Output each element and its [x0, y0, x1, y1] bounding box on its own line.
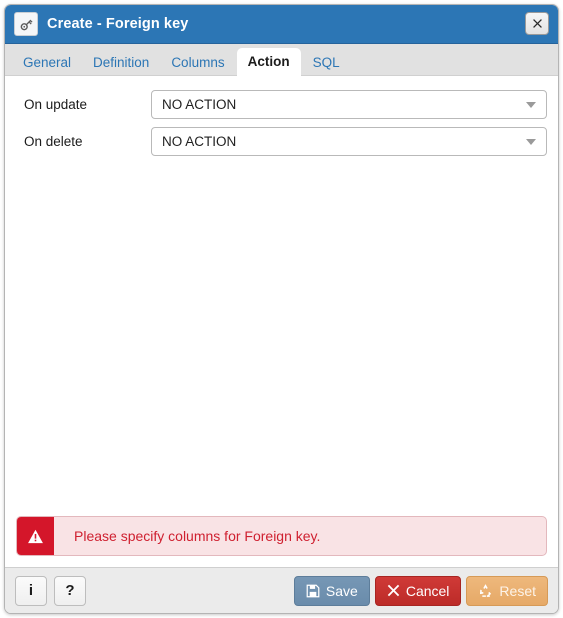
dialog-footer: i ? Save Cancel Reset: [5, 567, 558, 613]
save-button[interactable]: Save: [293, 575, 370, 606]
footer-right-group: Save Cancel Reset: [293, 575, 548, 606]
tab-action[interactable]: Action: [236, 47, 301, 76]
reset-button-label: Reset: [499, 582, 536, 599]
dialog-titlebar: Create - Foreign key: [5, 5, 558, 44]
on-update-label: On update: [24, 97, 88, 112]
recycle-icon: [478, 583, 493, 598]
cancel-button-label: Cancel: [405, 582, 450, 599]
error-alert-message: Please specify columns for Foreign key.: [74, 528, 321, 544]
warning-triangle-icon: [17, 517, 54, 555]
action-form: On update NO ACTION On delete NO ACTION: [16, 90, 547, 164]
chevron-down-icon: [526, 101, 536, 108]
on-delete-value: NO ACTION: [162, 134, 237, 149]
form-row-on-delete: On delete NO ACTION: [16, 127, 547, 156]
floppy-disk-icon: [306, 584, 320, 598]
cancel-button[interactable]: Cancel: [374, 575, 462, 606]
tab-sql[interactable]: SQL: [303, 50, 350, 77]
save-button-label: Save: [325, 582, 358, 599]
dialog-title: Create - Foreign key: [47, 16, 189, 32]
on-update-value: NO ACTION: [162, 97, 237, 112]
dialog-tabs: General Definition Columns Action SQL: [5, 44, 558, 76]
close-button[interactable]: [525, 12, 549, 35]
tab-general[interactable]: General: [13, 50, 81, 77]
error-alert: Please specify columns for Foreign key.: [16, 516, 547, 556]
chevron-down-icon: [526, 138, 536, 145]
create-foreign-key-dialog: Create - Foreign key General Definition …: [4, 4, 559, 614]
on-delete-select[interactable]: NO ACTION: [151, 127, 547, 156]
info-button[interactable]: i: [15, 575, 47, 606]
key-icon: [14, 12, 38, 36]
tab-columns[interactable]: Columns: [161, 50, 234, 77]
tab-panel-action: On update NO ACTION On delete NO ACTION: [5, 76, 558, 567]
tab-definition[interactable]: Definition: [83, 50, 159, 77]
help-button[interactable]: ?: [54, 575, 86, 606]
on-update-select[interactable]: NO ACTION: [151, 90, 547, 119]
reset-button[interactable]: Reset: [466, 575, 548, 606]
form-row-on-update: On update NO ACTION: [16, 90, 547, 119]
x-mark-icon: [387, 584, 400, 597]
on-delete-label: On delete: [24, 134, 83, 149]
footer-left-group: i ?: [15, 575, 86, 606]
